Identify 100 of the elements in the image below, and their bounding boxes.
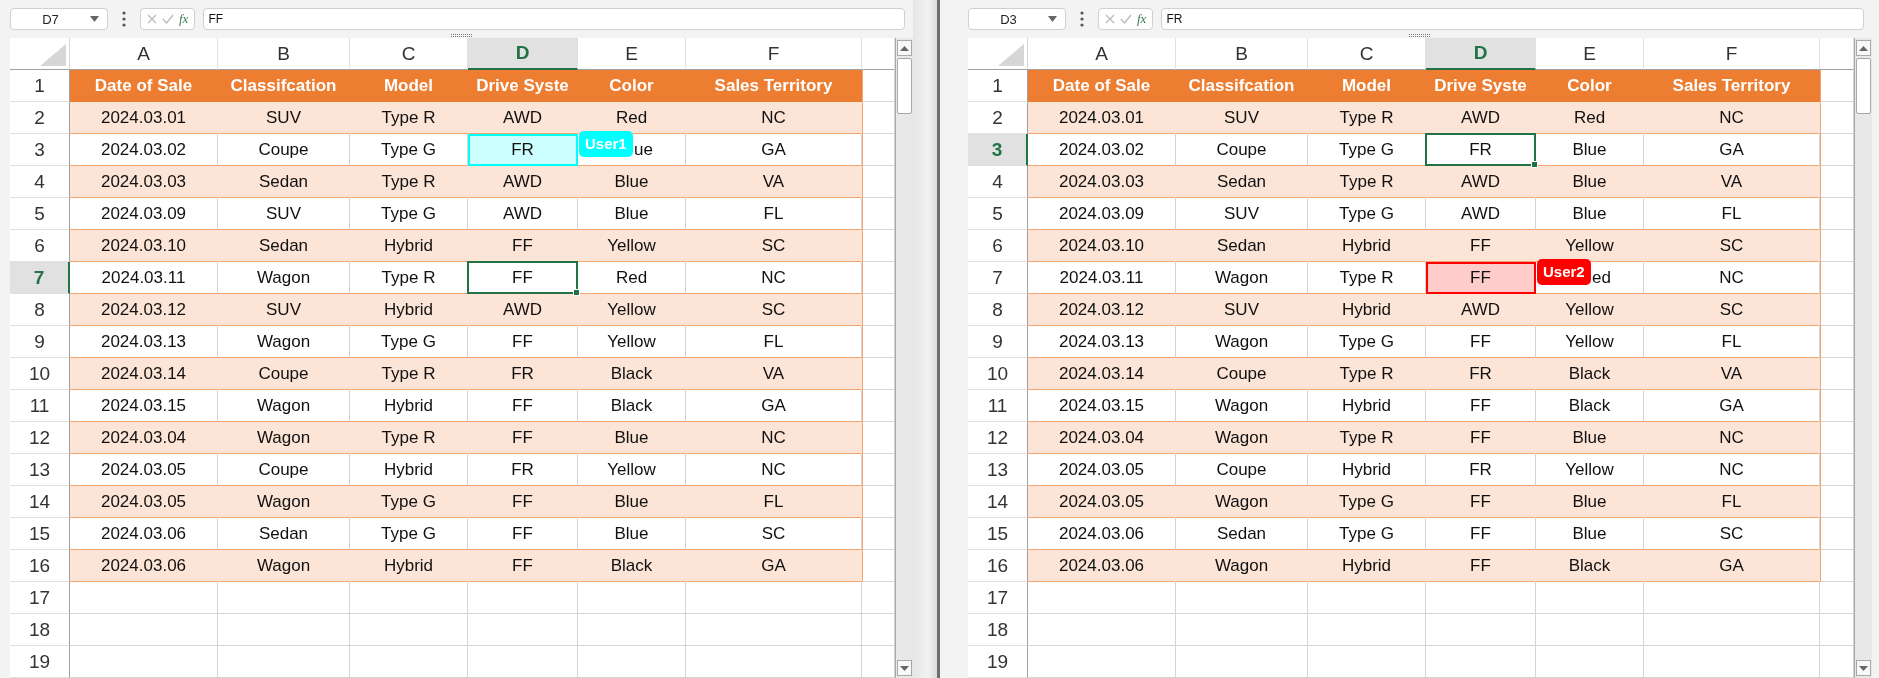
- row-header[interactable]: 1: [10, 70, 70, 102]
- row-header[interactable]: 16: [10, 550, 70, 582]
- column-title: Sales Territory: [1644, 70, 1820, 102]
- pane-splitter[interactable]: [913, 0, 940, 678]
- dropdown-caret-icon: [90, 16, 99, 22]
- scroll-thumb[interactable]: [897, 58, 912, 114]
- insert-function-button[interactable]: fx: [1137, 11, 1147, 27]
- row-header[interactable]: 5: [968, 198, 1028, 230]
- row-header[interactable]: 11: [968, 390, 1028, 422]
- table-cell: Type G: [350, 486, 468, 518]
- row-header[interactable]: 14: [10, 486, 70, 518]
- row-header[interactable]: 8: [10, 294, 70, 326]
- row-header[interactable]: 13: [968, 454, 1028, 486]
- row-header[interactable]: 17: [10, 582, 70, 614]
- column-header[interactable]: D: [468, 38, 578, 70]
- row-header[interactable]: 12: [10, 422, 70, 454]
- table-cell: Wagon: [1176, 422, 1308, 454]
- resize-grip-icon[interactable]: [1409, 34, 1431, 37]
- vertical-scrollbar[interactable]: [895, 38, 913, 678]
- column-title: Color: [578, 70, 686, 102]
- cancel-icon[interactable]: [147, 14, 157, 24]
- row-header[interactable]: 9: [10, 326, 70, 358]
- row-header[interactable]: 2: [968, 102, 1028, 134]
- table-cell: Blue: [578, 486, 686, 518]
- select-all-icon[interactable]: [40, 44, 66, 66]
- table-cell: FF: [468, 230, 578, 262]
- row-header[interactable]: 7: [968, 262, 1028, 294]
- scroll-down-button[interactable]: [1856, 660, 1871, 676]
- resize-grip-icon[interactable]: [450, 34, 473, 37]
- select-all-icon[interactable]: [998, 44, 1024, 66]
- table-cell: Black: [578, 358, 686, 390]
- row-header[interactable]: 3: [968, 134, 1028, 166]
- row-header[interactable]: 4: [968, 166, 1028, 198]
- user-badge: User1: [579, 131, 633, 157]
- row-header[interactable]: 9: [968, 326, 1028, 358]
- row-header[interactable]: 4: [10, 166, 70, 198]
- row-header[interactable]: 14: [968, 486, 1028, 518]
- table-cell: Wagon: [1176, 550, 1308, 582]
- check-icon[interactable]: [1120, 14, 1132, 24]
- row-header[interactable]: 8: [968, 294, 1028, 326]
- table-cell: FF: [1426, 230, 1536, 262]
- table-cell: Red: [578, 102, 686, 134]
- row-header[interactable]: 5: [10, 198, 70, 230]
- table-cell: 2024.03.06: [1028, 550, 1176, 582]
- table-cell: NC: [1644, 422, 1820, 454]
- scroll-up-button[interactable]: [1856, 40, 1871, 56]
- cancel-icon[interactable]: [1105, 14, 1115, 24]
- table-cell: Wagon: [218, 550, 350, 582]
- row-header[interactable]: 7: [10, 262, 70, 294]
- table-cell: SUV: [1176, 294, 1308, 326]
- table-cell: Type R: [1308, 166, 1426, 198]
- table-cell: 2024.03.03: [1028, 166, 1176, 198]
- up-arrow-icon: [1859, 45, 1868, 51]
- table-cell: Type R: [1308, 422, 1426, 454]
- row-header[interactable]: 10: [968, 358, 1028, 390]
- row-header[interactable]: 16: [968, 550, 1028, 582]
- row-header[interactable]: 6: [968, 230, 1028, 262]
- insert-function-button[interactable]: fx: [179, 11, 189, 27]
- table-cell: AWD: [1426, 294, 1536, 326]
- scroll-down-button[interactable]: [897, 660, 912, 676]
- table-cell: Blue: [1536, 486, 1644, 518]
- formula-field[interactable]: FR: [1161, 8, 1864, 30]
- table-cell: VA: [1644, 166, 1820, 198]
- table-cell: Wagon: [1176, 486, 1308, 518]
- vertical-scrollbar[interactable]: [1854, 38, 1872, 678]
- table-cell: NC: [686, 422, 862, 454]
- column-title: Drive Syste: [1426, 70, 1536, 102]
- column-header[interactable]: D: [1426, 38, 1536, 70]
- row-header[interactable]: 13: [10, 454, 70, 486]
- row-header[interactable]: 19: [968, 646, 1028, 678]
- row-header[interactable]: 15: [10, 518, 70, 550]
- table-cell: AWD: [468, 166, 578, 198]
- column-title: Model: [350, 70, 468, 102]
- more-options-icon[interactable]: [1080, 11, 1084, 27]
- table-cell: FF: [1426, 550, 1536, 582]
- name-box[interactable]: D7: [10, 8, 108, 30]
- row-header[interactable]: 12: [968, 422, 1028, 454]
- row-header[interactable]: 10: [10, 358, 70, 390]
- row-header[interactable]: 19: [10, 646, 70, 678]
- row-header[interactable]: 6: [10, 230, 70, 262]
- check-icon[interactable]: [162, 14, 174, 24]
- table-cell: Black: [578, 550, 686, 582]
- row-header[interactable]: 11: [10, 390, 70, 422]
- row-header[interactable]: 3: [10, 134, 70, 166]
- row-header[interactable]: 2: [10, 102, 70, 134]
- table-cell: 2024.03.01: [1028, 102, 1176, 134]
- row-header[interactable]: 15: [968, 518, 1028, 550]
- table-cell: Yellow: [578, 230, 686, 262]
- name-box[interactable]: D3: [968, 8, 1066, 30]
- column-title: Date of Sale: [1028, 70, 1176, 102]
- formula-field[interactable]: FF: [203, 8, 905, 30]
- scroll-up-button[interactable]: [897, 40, 912, 56]
- row-header[interactable]: 18: [10, 614, 70, 646]
- row-header[interactable]: 17: [968, 582, 1028, 614]
- more-options-icon[interactable]: [122, 11, 126, 27]
- row-header[interactable]: 18: [968, 614, 1028, 646]
- table-cell: FL: [686, 486, 862, 518]
- table-cell: 2024.03.06: [70, 550, 218, 582]
- scroll-thumb[interactable]: [1856, 58, 1871, 114]
- row-header[interactable]: 1: [968, 70, 1028, 102]
